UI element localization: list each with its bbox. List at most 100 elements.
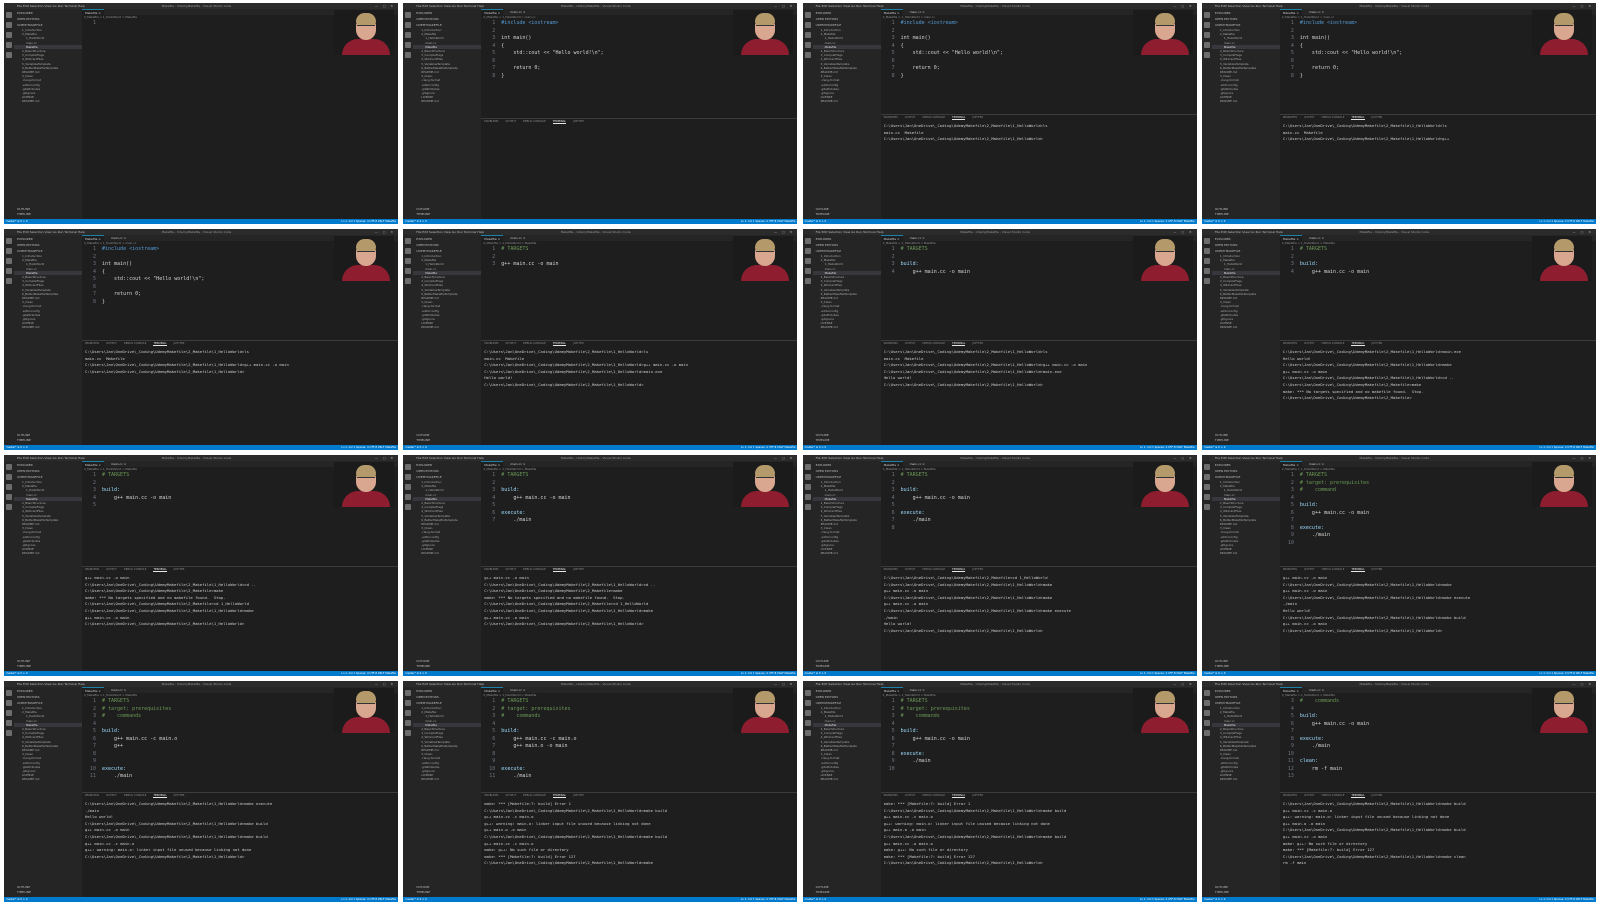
breadcrumb[interactable]: 2_Makefile > 1_HelloWorld > main.cc xyxy=(883,15,935,19)
panel-tab[interactable]: TERMINAL xyxy=(153,794,167,798)
explorer-icon[interactable] xyxy=(405,12,412,18)
tree-item[interactable]: README.md xyxy=(1212,99,1280,103)
extensions-icon[interactable] xyxy=(1203,504,1210,510)
panel-tab[interactable]: PROBLEMS xyxy=(1283,342,1297,345)
panel-tab[interactable]: PROBLEMS xyxy=(484,568,498,571)
status-left[interactable]: master* ⊗ 0 ⚠ 0 xyxy=(405,897,427,902)
panel-tab[interactable]: OUTPUT xyxy=(1304,342,1315,345)
extensions-icon[interactable] xyxy=(6,278,12,284)
source-control-icon[interactable] xyxy=(405,32,412,38)
status-right[interactable]: Ln 1, Col 1 Spaces: 4 UTF-8 CRLF Makefil… xyxy=(341,897,396,902)
panel-tab[interactable]: TERMINAL xyxy=(153,568,167,572)
status-right[interactable]: Ln 1, Col 1 Spaces: 4 UTF-8 CRLF Makefil… xyxy=(741,445,796,450)
status-right[interactable]: Ln 1, Col 1 Spaces: 4 UTF-8 CRLF Makefil… xyxy=(741,671,796,676)
panel-tab[interactable]: PROBLEMS xyxy=(884,568,898,571)
panel-tab[interactable]: TERMINAL xyxy=(552,794,566,798)
breadcrumb[interactable]: 2_Makefile > 1_HelloWorld > Makefile xyxy=(883,693,936,697)
outline-timeline-headers[interactable]: OUTLINE TIMELINE xyxy=(416,885,430,895)
search-icon[interactable] xyxy=(804,248,811,254)
run-debug-icon[interactable] xyxy=(804,720,811,726)
source-control-icon[interactable] xyxy=(804,258,811,264)
status-right[interactable]: Ln 1, Col 1 Spaces: 4 UTF-8 CRLF Makefil… xyxy=(1140,445,1195,450)
tree-item[interactable]: README.md xyxy=(813,325,881,329)
explorer-icon[interactable] xyxy=(405,464,412,470)
panel-tab[interactable]: DEBUG CONSOLE xyxy=(124,342,147,345)
panel-tab[interactable]: PROBLEMS xyxy=(85,568,99,571)
run-debug-icon[interactable] xyxy=(804,42,811,48)
search-icon[interactable] xyxy=(804,474,811,480)
outline-timeline-headers[interactable]: OUTLINE TIMELINE xyxy=(816,885,830,895)
timeline-header[interactable]: TIMELINE xyxy=(1215,890,1229,895)
timeline-header[interactable]: TIMELINE xyxy=(1215,438,1229,443)
timeline-header[interactable]: TIMELINE xyxy=(17,212,31,217)
outline-timeline-headers[interactable]: OUTLINE TIMELINE xyxy=(17,885,31,895)
status-right[interactable]: Ln 1, Col 1 Spaces: 4 UTF-8 CRLF Makefil… xyxy=(341,671,396,676)
outline-timeline-headers[interactable]: OUTLINE TIMELINE xyxy=(1215,885,1229,895)
panel-tab[interactable]: JUPYTER xyxy=(573,120,584,123)
panel-tab[interactable]: DEBUG CONSOLE xyxy=(1322,116,1345,119)
source-control-icon[interactable] xyxy=(6,258,12,264)
explorer-icon[interactable] xyxy=(804,690,811,696)
tree-item[interactable]: README.md xyxy=(813,551,881,555)
timeline-header[interactable]: TIMELINE xyxy=(816,212,830,217)
terminal-output[interactable]: C:\Users\Jan\OneDrive\_Coding\UdemyMakef… xyxy=(884,575,1194,634)
breadcrumb[interactable]: 2_Makefile > 1_HelloWorld > main.cc xyxy=(1282,15,1334,19)
extensions-icon[interactable] xyxy=(6,730,12,736)
source-control-icon[interactable] xyxy=(6,484,12,490)
status-left[interactable]: master* ⊗ 0 ⚠ 0 xyxy=(805,445,827,450)
tree-item[interactable]: README.md xyxy=(813,777,881,781)
panel-tab[interactable]: DEBUG CONSOLE xyxy=(523,794,546,797)
run-debug-icon[interactable] xyxy=(1203,494,1210,500)
panel-tab[interactable]: OUTPUT xyxy=(505,120,516,123)
timeline-header[interactable]: TIMELINE xyxy=(416,212,430,217)
status-left[interactable]: master* ⊗ 0 ⚠ 0 xyxy=(805,671,827,676)
source-control-icon[interactable] xyxy=(1203,32,1210,38)
panel-tab[interactable]: TERMINAL xyxy=(552,120,566,124)
panel-tab[interactable]: OUTPUT xyxy=(106,568,117,571)
status-left[interactable]: master* ⊗ 0 ⚠ 0 xyxy=(6,671,28,676)
run-debug-icon[interactable] xyxy=(405,494,412,500)
tree-item[interactable]: README.md xyxy=(14,551,82,555)
breadcrumb[interactable]: 2_Makefile > 1_HelloWorld > Makefile xyxy=(883,467,936,471)
panel-tab[interactable]: JUPYTER xyxy=(573,568,584,571)
panel-tab[interactable]: JUPYTER xyxy=(1372,342,1383,345)
run-debug-icon[interactable] xyxy=(405,268,412,274)
search-icon[interactable] xyxy=(405,474,412,480)
timeline-header[interactable]: TIMELINE xyxy=(816,664,830,669)
breadcrumb[interactable]: 2_Makefile > 1_HelloWorld > Makefile xyxy=(1282,241,1335,245)
search-icon[interactable] xyxy=(804,22,811,28)
source-control-icon[interactable] xyxy=(804,710,811,716)
tree-item[interactable]: README.md xyxy=(14,777,82,781)
terminal-output[interactable]: make: *** [Makefile:7: build] Error 1 C:\… xyxy=(484,801,794,867)
panel-tab[interactable]: OUTPUT xyxy=(106,794,117,797)
panel-tab[interactable]: OUTPUT xyxy=(905,342,916,345)
search-icon[interactable] xyxy=(1203,248,1210,254)
status-right[interactable]: Ln 1, Col 1 Spaces: 4 UTF-8 CRLF Makefil… xyxy=(1539,671,1594,676)
tree-item[interactable]: README.md xyxy=(14,325,82,329)
breadcrumb[interactable]: 2_Makefile > 1_HelloWorld > main.cc xyxy=(84,241,136,245)
status-left[interactable]: master* ⊗ 0 ⚠ 0 xyxy=(1204,897,1226,902)
status-left[interactable]: master* ⊗ 0 ⚠ 0 xyxy=(805,897,827,902)
run-debug-icon[interactable] xyxy=(1203,42,1210,48)
panel-tab[interactable]: TERMINAL xyxy=(1351,116,1365,120)
timeline-header[interactable]: TIMELINE xyxy=(816,438,830,443)
panel-tab[interactable]: JUPYTER xyxy=(972,116,983,119)
breadcrumb[interactable]: 2_Makefile > 1_HelloWorld > Makefile xyxy=(1282,693,1335,697)
search-icon[interactable] xyxy=(6,474,12,480)
search-icon[interactable] xyxy=(6,700,12,706)
extensions-icon[interactable] xyxy=(405,504,412,510)
status-left[interactable]: master* ⊗ 0 ⚠ 0 xyxy=(405,671,427,676)
tree-item[interactable]: README.md xyxy=(1212,325,1280,329)
panel-tab[interactable]: TERMINAL xyxy=(1351,794,1365,798)
extensions-icon[interactable] xyxy=(804,52,811,58)
panel-tab[interactable]: PROBLEMS xyxy=(484,794,498,797)
tree-item[interactable]: README.md xyxy=(413,325,481,329)
terminal-output[interactable]: C:\Users\Jan\OneDrive\_Coding\UdemyMakef… xyxy=(484,349,794,389)
timeline-header[interactable]: TIMELINE xyxy=(1215,664,1229,669)
breadcrumb[interactable]: 2_Makefile > 1_HelloWorld > main.cc xyxy=(483,15,535,19)
source-control-icon[interactable] xyxy=(405,710,412,716)
extensions-icon[interactable] xyxy=(804,730,811,736)
outline-timeline-headers[interactable]: OUTLINE TIMELINE xyxy=(1215,207,1229,217)
explorer-icon[interactable] xyxy=(1203,12,1210,18)
panel-tab[interactable]: PROBLEMS xyxy=(85,794,99,797)
